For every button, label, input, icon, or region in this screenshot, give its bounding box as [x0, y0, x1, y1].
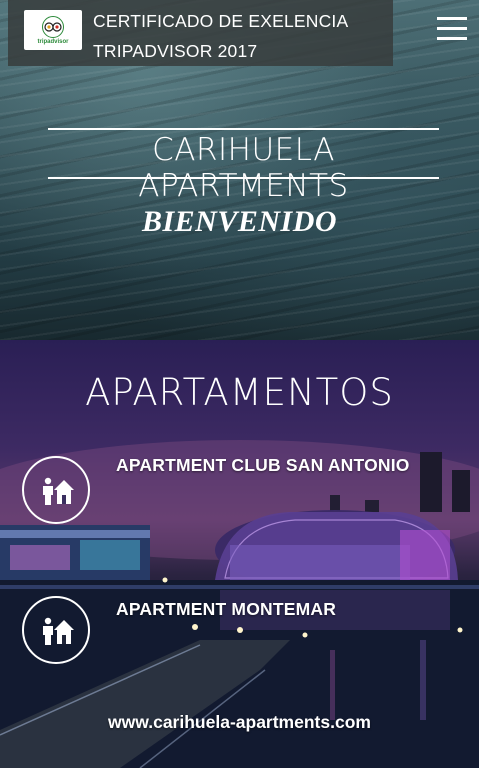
home-person-icon — [43, 477, 74, 505]
menu-bar — [437, 17, 467, 20]
hero-section: tripadvisor CERTIFICADO DE EXELENCIA TRI… — [0, 0, 479, 340]
menu-bar — [437, 37, 467, 40]
apartment-icon-montemar[interactable] — [22, 596, 90, 664]
owl-icon — [42, 15, 64, 38]
tripadvisor-wordmark: tripadvisor — [37, 38, 69, 45]
certificate-text: CERTIFICADO DE EXELENCIA TRIPADVISOR 201… — [93, 6, 348, 66]
certificate-line-2: TRIPADVISOR 2017 — [93, 41, 258, 61]
apartments-heading: APARTAMENTOS — [85, 371, 394, 414]
home-person-icon — [43, 617, 74, 645]
apartments-section: APARTAMENTOS APARTMENT CLUB SAN ANTONIO … — [0, 340, 479, 768]
tripadvisor-logo: tripadvisor — [24, 10, 82, 50]
certificate-line-1: CERTIFICADO DE EXELENCIA — [93, 11, 349, 31]
title-bottom-rule — [48, 177, 439, 179]
menu-bar — [437, 27, 467, 30]
apartment-link-montemar[interactable]: APARTMENT MONTEMAR — [116, 599, 336, 620]
welcome-heading: BIENVENIDO — [141, 205, 338, 238]
apartment-link-san-antonio[interactable]: APARTMENT CLUB SAN ANTONIO — [116, 455, 410, 476]
site-title: CARIHUELA APARTMENTS — [138, 132, 349, 204]
apartment-icon-san-antonio[interactable] — [22, 456, 90, 524]
website-url-link[interactable]: www.carihuela-apartments.com — [0, 712, 479, 733]
hamburger-menu-icon[interactable] — [437, 17, 467, 41]
title-top-rule — [48, 128, 439, 130]
certificate-badge-bar[interactable]: tripadvisor CERTIFICADO DE EXELENCIA TRI… — [8, 0, 393, 66]
